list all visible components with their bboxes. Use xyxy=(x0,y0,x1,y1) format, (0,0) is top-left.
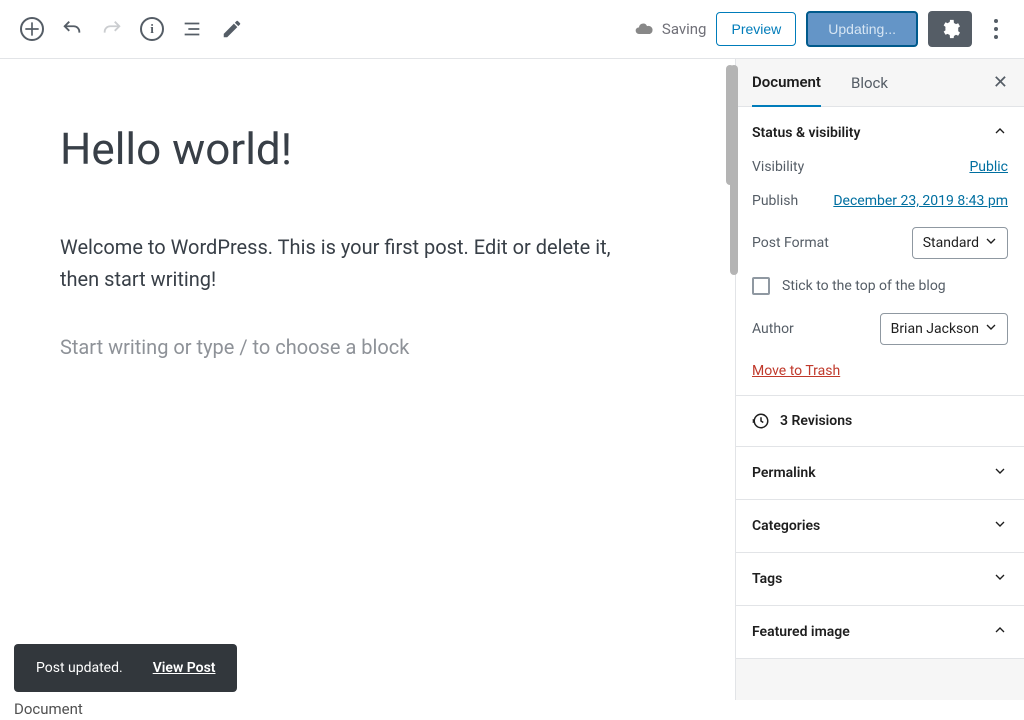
revisions-label: 3 Revisions xyxy=(780,413,852,429)
chevron-up-icon xyxy=(992,622,1008,642)
panel-title: Featured image xyxy=(752,624,850,640)
sticky-checkbox[interactable] xyxy=(752,277,770,295)
visibility-value[interactable]: Public xyxy=(969,159,1008,175)
history-icon xyxy=(752,412,770,430)
panel-header-permalink[interactable]: Permalink xyxy=(736,447,1024,499)
panel-status-visibility: Status & visibility Visibility Public Pu… xyxy=(736,107,1024,396)
author-value: Brian Jackson xyxy=(891,321,979,337)
row-visibility: Visibility Public xyxy=(752,159,1008,175)
cloud-icon xyxy=(634,19,654,39)
redo-button[interactable] xyxy=(94,11,130,47)
post-title[interactable]: Hello world! xyxy=(60,123,675,175)
chevron-down-icon xyxy=(983,233,999,253)
gear-icon xyxy=(939,18,961,40)
row-sticky: Stick to the top of the blog xyxy=(752,277,1008,295)
publish-value[interactable]: December 23, 2019 8:43 pm xyxy=(833,193,1008,209)
format-label: Post Format xyxy=(752,235,829,251)
panel-header-status[interactable]: Status & visibility xyxy=(736,107,1024,159)
tab-document[interactable]: Document xyxy=(752,59,821,108)
sidebar-tabs: Document Block ✕ xyxy=(736,59,1024,107)
panel-title: Status & visibility xyxy=(752,125,860,141)
format-value: Standard xyxy=(923,235,979,251)
panel-title: Tags xyxy=(752,571,782,587)
editor-area: Hello world! Welcome to WordPress. This … xyxy=(0,59,735,700)
tab-block[interactable]: Block xyxy=(851,60,888,106)
undo-button[interactable] xyxy=(54,11,90,47)
author-select[interactable]: Brian Jackson xyxy=(880,313,1008,345)
snackbar-view-post-link[interactable]: View Post xyxy=(153,660,216,676)
move-to-trash-link[interactable]: Move to Trash xyxy=(752,363,840,379)
info-button[interactable]: i xyxy=(134,11,170,47)
panel-body-status: Visibility Public Publish December 23, 2… xyxy=(736,159,1024,395)
preview-button[interactable]: Preview xyxy=(716,12,796,46)
saving-label: Saving xyxy=(662,20,707,38)
redo-icon xyxy=(101,18,123,40)
toolbar-right: Saving Preview Updating... xyxy=(634,11,1010,47)
pencil-icon xyxy=(221,18,243,40)
row-post-format: Post Format Standard xyxy=(752,227,1008,259)
settings-sidebar: Document Block ✕ Status & visibility Vis… xyxy=(735,59,1024,700)
snackbar-message: Post updated. xyxy=(36,660,123,676)
info-icon: i xyxy=(140,17,164,41)
more-menu-button[interactable] xyxy=(982,11,1010,47)
panel-title: Permalink xyxy=(752,465,816,481)
panel-revisions[interactable]: 3 Revisions xyxy=(736,396,1024,447)
sidebar-scrollbar[interactable] xyxy=(730,65,738,275)
saving-indicator: Saving xyxy=(634,19,707,39)
post-body[interactable]: Welcome to WordPress. This is your first… xyxy=(60,231,640,295)
format-select[interactable]: Standard xyxy=(912,227,1008,259)
panel-featured-image: Featured image xyxy=(736,606,1024,659)
row-author: Author Brian Jackson xyxy=(752,313,1008,345)
panel-header-tags[interactable]: Tags xyxy=(736,553,1024,605)
outline-icon xyxy=(181,18,203,40)
add-block-button[interactable] xyxy=(14,11,50,47)
undo-icon xyxy=(61,18,83,40)
panel-tags: Tags xyxy=(736,553,1024,606)
snackbar-notification: Post updated. View Post xyxy=(14,644,237,692)
update-button[interactable]: Updating... xyxy=(806,11,918,47)
sticky-label: Stick to the top of the blog xyxy=(782,278,946,294)
edit-button[interactable] xyxy=(214,11,250,47)
more-vert-icon xyxy=(994,19,998,39)
author-label: Author xyxy=(752,321,794,337)
panel-permalink: Permalink xyxy=(736,447,1024,500)
visibility-label: Visibility xyxy=(752,159,804,175)
panel-header-categories[interactable]: Categories xyxy=(736,500,1024,552)
row-publish: Publish December 23, 2019 8:43 pm xyxy=(752,193,1008,209)
block-prompt[interactable]: Start writing or type / to choose a bloc… xyxy=(60,335,675,359)
toolbar-left: i xyxy=(14,11,250,47)
panel-title: Categories xyxy=(752,518,820,534)
chevron-down-icon xyxy=(992,463,1008,483)
outline-button[interactable] xyxy=(174,11,210,47)
chevron-down-icon xyxy=(992,569,1008,589)
close-sidebar-button[interactable]: ✕ xyxy=(993,72,1008,93)
chevron-up-icon xyxy=(992,123,1008,143)
panel-categories: Categories xyxy=(736,500,1024,553)
chevron-down-icon xyxy=(983,319,999,339)
chevron-down-icon xyxy=(992,516,1008,536)
plus-icon xyxy=(20,17,44,41)
settings-button[interactable] xyxy=(928,11,972,47)
breadcrumb[interactable]: Document xyxy=(14,700,83,718)
top-toolbar: i Saving Preview Updating... xyxy=(0,0,1024,59)
main-content: Hello world! Welcome to WordPress. This … xyxy=(0,59,1024,700)
publish-label: Publish xyxy=(752,193,798,209)
panel-header-featured-image[interactable]: Featured image xyxy=(736,606,1024,658)
